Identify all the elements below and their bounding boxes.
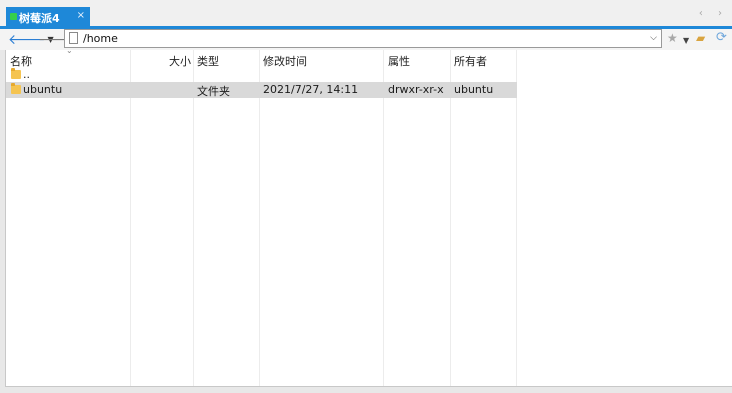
star-icon[interactable]: ★ — [667, 32, 678, 44]
file-attributes: drwxr-xr-x — [388, 83, 444, 96]
column-divider — [450, 50, 451, 386]
refresh-icon[interactable]: ⟳ — [716, 31, 727, 44]
tab-title: 树莓派4 — [19, 12, 60, 25]
file-type: 文件夹 — [197, 85, 230, 98]
toolbar: 🡐 ▼ 🡒 ▼ /home ⌵ ★ ▼ ▰ ⟳ — [0, 29, 732, 50]
home-folder-icon[interactable]: ▰ — [696, 32, 705, 44]
status-strip — [0, 387, 732, 393]
list-item-ubuntu[interactable]: ubuntu 文件夹 2021/7/27, 14:11 drwxr-xr-x u… — [6, 82, 517, 98]
column-divider — [259, 50, 260, 386]
file-list[interactable]: 名称 ⌄ 大小 类型 修改时间 属性 所有者 .. ubuntu 文件夹 202… — [5, 46, 732, 387]
path-input[interactable]: /home ⌵ — [64, 29, 662, 48]
column-divider — [383, 50, 384, 386]
file-modified: 2021/7/27, 14:11 — [263, 83, 359, 96]
tab-close-icon[interactable]: × — [77, 10, 85, 21]
column-divider — [193, 50, 194, 386]
file-owner: ubuntu — [454, 83, 494, 96]
file-name: ubuntu — [23, 83, 63, 96]
document-icon — [69, 32, 78, 44]
chevron-down-icon[interactable]: ▼ — [683, 35, 689, 47]
file-name: .. — [23, 68, 30, 81]
column-divider — [516, 50, 517, 386]
sort-indicator-icon: ⌄ — [66, 46, 73, 55]
path-dropdown-icon[interactable]: ⌵ — [650, 33, 657, 43]
column-divider — [130, 50, 131, 386]
tab-scroll-arrows-icon[interactable]: ‹ › — [699, 8, 728, 19]
tab-strip: 树莓派4 × ‹ › — [0, 0, 732, 27]
connection-status-icon — [10, 13, 17, 20]
folder-icon — [11, 68, 21, 79]
folder-icon — [11, 83, 21, 94]
list-item-parent[interactable]: .. — [6, 67, 517, 83]
path-text: /home — [83, 32, 118, 45]
tab-session[interactable]: 树莓派4 × — [6, 7, 90, 27]
